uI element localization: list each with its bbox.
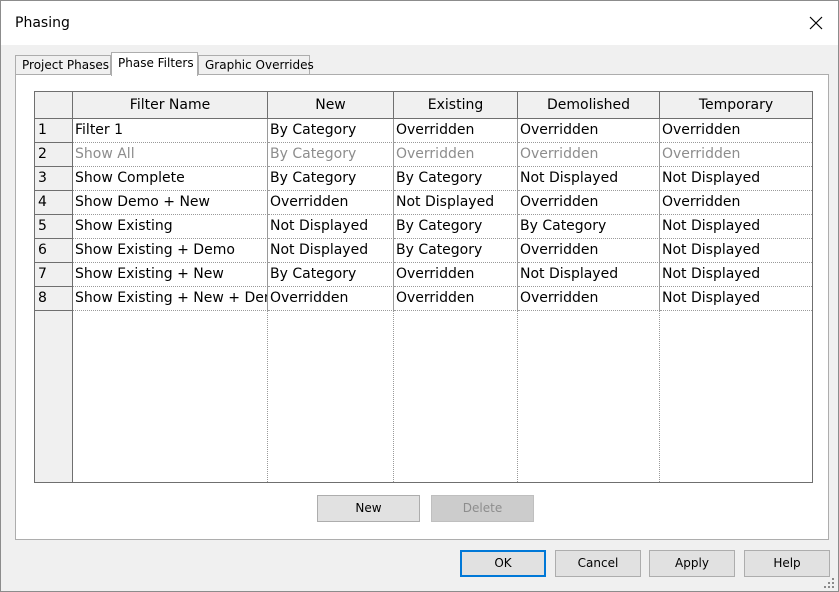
cell-existing[interactable]: Overridden (394, 119, 518, 143)
new-button[interactable]: New (317, 495, 420, 522)
cell-filter-name[interactable]: Show Demo + New (73, 191, 268, 215)
column-header-new[interactable]: New (268, 92, 394, 118)
cell-demolished[interactable]: Not Displayed (518, 263, 660, 287)
cell-new[interactable]: Not Displayed (268, 239, 394, 263)
cell-temporary[interactable]: Not Displayed (660, 239, 812, 263)
table-row[interactable]: 7 Show Existing + New By Category Overri… (35, 263, 812, 287)
row-number[interactable]: 3 (35, 167, 73, 191)
cell-existing[interactable]: Overridden (394, 287, 518, 311)
row-number[interactable]: 8 (35, 287, 73, 311)
column-header-filter-name[interactable]: Filter Name (73, 92, 268, 118)
tab-project-phases[interactable]: Project Phases (15, 55, 111, 74)
cell-demolished[interactable]: By Category (518, 215, 660, 239)
cell-filter-name[interactable]: Show Existing + Demo (73, 239, 268, 263)
cell-filter-name[interactable]: Show Complete (73, 167, 268, 191)
cell-new[interactable]: By Category (268, 119, 394, 143)
table-row[interactable]: 3 Show Complete By Category By Category … (35, 167, 812, 191)
table-row[interactable]: 8 Show Existing + New + Dem Overridden O… (35, 287, 812, 311)
cancel-button[interactable]: Cancel (555, 550, 641, 577)
cell-temporary[interactable]: Overridden (660, 191, 812, 215)
row-number[interactable]: 1 (35, 119, 73, 143)
cell-existing[interactable]: Overridden (394, 263, 518, 287)
ok-button[interactable]: OK (460, 550, 546, 577)
resize-grip-icon[interactable] (824, 577, 834, 588)
cell-demolished[interactable]: Overridden (518, 119, 660, 143)
cell-existing[interactable]: By Category (394, 215, 518, 239)
phase-filters-panel: Filter Name New Existing Demolished Temp… (15, 74, 829, 540)
cell-new[interactable]: Overridden (268, 191, 394, 215)
cell-demolished[interactable]: Overridden (518, 287, 660, 311)
row-number[interactable]: 7 (35, 263, 73, 287)
cell-temporary[interactable]: Not Displayed (660, 167, 812, 191)
row-number[interactable]: 2 (35, 143, 73, 167)
cell-new[interactable]: By Category (268, 263, 394, 287)
cell-existing[interactable]: Not Displayed (394, 191, 518, 215)
column-header-demolished[interactable]: Demolished (518, 92, 660, 118)
close-icon (809, 16, 823, 30)
row-number[interactable]: 6 (35, 239, 73, 263)
table-row[interactable]: 2 Show All By Category Overridden Overri… (35, 143, 812, 167)
cell-filter-name[interactable]: Show Existing (73, 215, 268, 239)
cell-demolished[interactable]: Overridden (518, 239, 660, 263)
row-number[interactable]: 4 (35, 191, 73, 215)
table-row[interactable]: 6 Show Existing + Demo Not Displayed By … (35, 239, 812, 263)
title-bar: Phasing (1, 1, 838, 45)
cell-existing[interactable]: By Category (394, 239, 518, 263)
column-header-existing[interactable]: Existing (394, 92, 518, 118)
tab-label: Project Phases (22, 58, 109, 72)
cell-demolished[interactable]: Overridden (518, 143, 660, 167)
window-title: Phasing (15, 15, 70, 31)
cell-filter-name[interactable]: Show Existing + New (73, 263, 268, 287)
cell-temporary[interactable]: Not Displayed (660, 215, 812, 239)
cell-new[interactable]: Overridden (268, 287, 394, 311)
cell-temporary[interactable]: Not Displayed (660, 263, 812, 287)
cell-filter-name[interactable]: Show Existing + New + Dem (73, 287, 268, 311)
column-header-temporary[interactable]: Temporary (660, 92, 812, 118)
cell-new[interactable]: By Category (268, 143, 394, 167)
cell-temporary[interactable]: Overridden (660, 119, 812, 143)
cell-demolished[interactable]: Not Displayed (518, 167, 660, 191)
cell-temporary[interactable]: Not Displayed (660, 287, 812, 311)
apply-button[interactable]: Apply (649, 550, 735, 577)
tab-label: Graphic Overrides (205, 58, 314, 72)
table-row[interactable]: 4 Show Demo + New Overridden Not Display… (35, 191, 812, 215)
table-header: Filter Name New Existing Demolished Temp… (35, 92, 812, 119)
delete-button[interactable]: Delete (431, 495, 534, 522)
cell-temporary[interactable]: Overridden (660, 143, 812, 167)
corner-header (35, 92, 73, 118)
row-number[interactable]: 5 (35, 215, 73, 239)
table-row[interactable]: 1 Filter 1 By Category Overridden Overri… (35, 119, 812, 143)
cell-demolished[interactable]: Overridden (518, 191, 660, 215)
cell-existing[interactable]: Overridden (394, 143, 518, 167)
phase-filters-table: Filter Name New Existing Demolished Temp… (34, 91, 813, 483)
table-row[interactable]: 5 Show Existing Not Displayed By Categor… (35, 215, 812, 239)
close-button[interactable] (802, 9, 830, 37)
help-button[interactable]: Help (744, 550, 830, 577)
phasing-dialog: Phasing Project Phases Phase Filters Gra… (0, 0, 839, 592)
cell-new[interactable]: By Category (268, 167, 394, 191)
cell-filter-name[interactable]: Filter 1 (73, 119, 268, 143)
cell-new[interactable]: Not Displayed (268, 215, 394, 239)
cell-filter-name[interactable]: Show All (73, 143, 268, 167)
cell-existing[interactable]: By Category (394, 167, 518, 191)
tab-graphic-overrides[interactable]: Graphic Overrides (198, 55, 314, 74)
tab-phase-filters[interactable]: Phase Filters (111, 52, 198, 76)
tab-label: Phase Filters (118, 56, 194, 70)
